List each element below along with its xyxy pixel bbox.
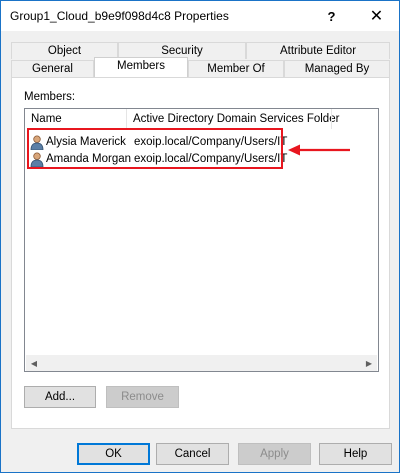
member-name: Alysia Maverick [46, 136, 126, 148]
column-header-folder[interactable]: Active Directory Domain Services Folder [133, 113, 339, 125]
horizontal-scrollbar[interactable]: ◀ ▶ [26, 355, 377, 371]
user-icon [30, 135, 44, 150]
window-title: Group1_Cloud_b9e9f098d4c8 Properties [10, 9, 229, 23]
scroll-right-icon[interactable]: ▶ [361, 355, 377, 371]
add-button[interactable]: Add... [24, 386, 96, 408]
close-button[interactable]: ✕ [354, 1, 399, 31]
column-header-name[interactable]: Name [31, 113, 62, 125]
apply-button[interactable]: Apply [238, 443, 311, 465]
tab-managed-by[interactable]: Managed By [284, 60, 390, 77]
member-name: Amanda Morgan [46, 153, 132, 165]
user-icon [30, 152, 44, 167]
red-arrow-icon [288, 144, 350, 156]
member-folder: exoip.local/Company/Users/IT [134, 136, 288, 148]
help-title-button[interactable]: ? [309, 1, 354, 31]
properties-dialog: Group1_Cloud_b9e9f098d4c8 Properties ? ✕… [0, 0, 400, 473]
members-label: Members: [24, 91, 76, 103]
tab-general[interactable]: General [11, 60, 94, 77]
remove-button[interactable]: Remove [106, 386, 179, 408]
scroll-left-icon[interactable]: ◀ [26, 355, 42, 371]
tab-member-of[interactable]: Member Of [188, 60, 284, 77]
tab-members[interactable]: Members [94, 57, 188, 77]
ok-button[interactable]: OK [77, 443, 150, 465]
list-header: Name Active Directory Domain Services Fo… [25, 109, 378, 129]
tab-attribute-editor[interactable]: Attribute Editor [246, 42, 390, 59]
member-folder: exoip.local/Company/Users/IT [134, 153, 288, 165]
column-divider[interactable] [331, 109, 332, 129]
help-button[interactable]: Help [319, 443, 392, 465]
title-bar: Group1_Cloud_b9e9f098d4c8 Properties ? ✕ [1, 1, 399, 31]
cancel-button[interactable]: Cancel [156, 443, 229, 465]
column-divider[interactable] [126, 109, 127, 129]
